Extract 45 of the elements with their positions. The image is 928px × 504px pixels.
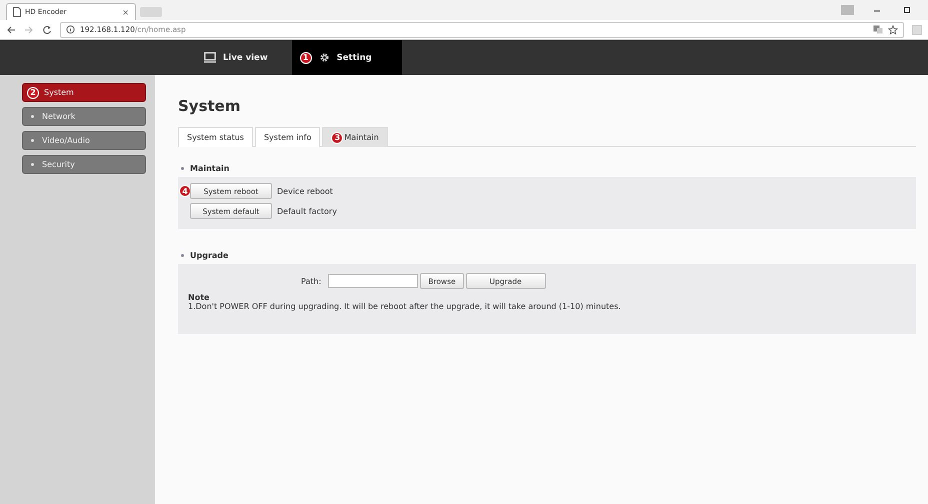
restore-icon[interactable] xyxy=(902,5,912,15)
sidebar-item[interactable]: Security xyxy=(22,155,146,174)
description-text: Device reboot xyxy=(277,186,333,196)
sidebar-item[interactable]: 2 System xyxy=(22,83,146,102)
number-badge: 4 xyxy=(179,185,191,197)
nav-label: Live view xyxy=(223,52,268,62)
number-badge: 3 xyxy=(331,132,344,144)
sidebar-label: System xyxy=(44,88,74,97)
tab-label: System status xyxy=(187,133,244,142)
tab[interactable]: System info xyxy=(254,127,320,147)
tab[interactable]: 3 Maintain xyxy=(322,127,388,147)
path-label: Path: xyxy=(301,276,322,286)
forward-icon[interactable] xyxy=(24,24,34,34)
sidebar-item[interactable]: Network xyxy=(22,107,146,126)
settings-icon xyxy=(318,52,330,63)
bullet-icon xyxy=(31,115,34,118)
star-icon[interactable] xyxy=(888,24,898,34)
path-field[interactable] xyxy=(328,274,418,288)
nav-item[interactable]: Live view xyxy=(196,40,292,75)
close-tab-button[interactable]: × xyxy=(122,8,129,16)
sidebar-label: Video/Audio xyxy=(42,136,90,145)
monitor-icon xyxy=(204,52,216,63)
description-text: Default factory xyxy=(277,206,337,216)
section-heading: Upgrade xyxy=(190,251,228,260)
page-icon xyxy=(13,7,21,17)
sidebar-label: Network xyxy=(42,112,76,121)
nav-item[interactable]: 1 Setting xyxy=(292,40,402,75)
number-badge: 1 xyxy=(300,52,312,64)
note-title: Note xyxy=(188,293,210,302)
back-icon[interactable] xyxy=(6,24,16,34)
section-heading: Maintain xyxy=(190,164,230,173)
info-icon xyxy=(66,25,75,34)
translate-icon[interactable] xyxy=(873,25,883,34)
sidebar-label: Security xyxy=(42,160,75,169)
page-title: System xyxy=(178,97,242,115)
tab[interactable]: System status xyxy=(178,127,253,147)
reload-icon[interactable] xyxy=(42,24,52,34)
nav-label: Setting xyxy=(336,52,372,62)
tab-label: System info xyxy=(264,133,312,142)
note-text: 1.Don't POWER OFF during upgrading. It will be reboot after the upgrade, it will take around (1-10) minutes. xyxy=(188,302,622,311)
tab-label: Maintain xyxy=(344,133,379,142)
bullet-icon xyxy=(31,163,34,166)
sidebar-item[interactable]: Video/Audio xyxy=(22,131,146,150)
bullet-icon xyxy=(31,139,34,142)
number-badge: 2 xyxy=(27,86,39,98)
